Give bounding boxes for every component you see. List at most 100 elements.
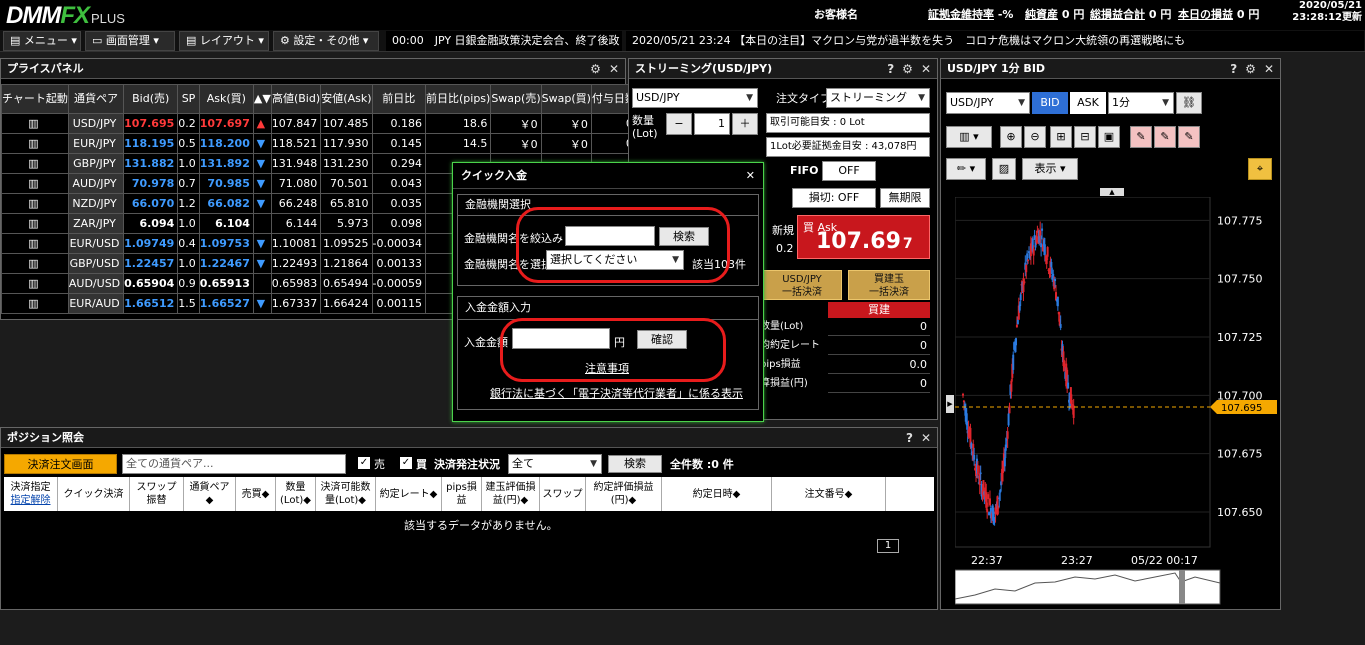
link-icon[interactable]: ⛓ [1176, 92, 1202, 114]
unassign-link[interactable]: 指定解除 [11, 494, 51, 507]
zoom-in-icon[interactable]: ⊕ [1000, 126, 1022, 148]
chart-icon[interactable]: ▥ [28, 257, 38, 270]
chart-icon[interactable]: ▥ [28, 297, 38, 310]
price-col-header[interactable]: 前日比 [371, 84, 426, 114]
position-col-header[interactable]: 約定レート◆ [376, 477, 442, 511]
image-icon[interactable]: ▨ [992, 158, 1016, 180]
price-col-header[interactable]: Ask(買) [198, 84, 254, 114]
collapse-handle[interactable]: ▲ [1100, 188, 1124, 196]
draw-tool-icon[interactable]: ✏ ▾ [946, 158, 986, 180]
position-col-header[interactable]: 約定日時◆ [662, 477, 772, 511]
price-cell-bid[interactable]: 66.070 [123, 193, 179, 214]
fifo-toggle[interactable]: OFF [822, 161, 876, 181]
layout-button[interactable]: ▤ レイアウト ▾ [179, 31, 269, 51]
fit-icon[interactable]: ▣ [1098, 126, 1120, 148]
price-cell-bid[interactable]: 118.195 [123, 133, 179, 154]
position-col-header[interactable]: 決済可能数量(Lot)◆ [316, 477, 376, 511]
chart-type-icon[interactable]: ▥ ▾ [946, 126, 992, 148]
position-col-header[interactable]: pips損益 [442, 477, 482, 511]
chart-pair-select[interactable]: USD/JPY [946, 92, 1030, 114]
side-handle[interactable]: ▶ [946, 395, 954, 413]
crosshair-icon[interactable]: ⌖ [1248, 158, 1272, 180]
price-cell-bid[interactable]: 107.695 [123, 113, 179, 134]
expiry-button[interactable]: 無期限 [880, 188, 930, 208]
position-col-header[interactable]: 数量(Lot)◆ [276, 477, 316, 511]
position-col-header[interactable]: 注文番号◆ [772, 477, 886, 511]
price-cell-bid[interactable]: 131.882 [123, 153, 179, 174]
position-col-header[interactable]: 建玉評価損益(円)◆ [482, 477, 540, 511]
candlestick-chart[interactable]: 107.775107.750107.725107.700107.675107.6… [955, 197, 1277, 607]
position-search-button[interactable]: 検索 [608, 455, 662, 473]
order-edit-icon[interactable]: ✎ [1154, 126, 1176, 148]
close-icon[interactable]: ✕ [1264, 62, 1274, 76]
qty-input[interactable]: 1 [694, 113, 730, 135]
price-cell-ask[interactable]: 1.09753 [198, 233, 254, 254]
interval-select[interactable]: 1分 [1108, 92, 1174, 114]
price-col-header[interactable]: Bid(売) [123, 84, 179, 114]
price-cell-bid[interactable]: 70.978 [123, 173, 179, 194]
page-number[interactable]: 1 [877, 539, 899, 553]
qty-minus-button[interactable]: − [666, 113, 692, 135]
close-icon[interactable]: ✕ [921, 431, 931, 445]
ask-toggle[interactable]: ASK [1070, 92, 1106, 114]
price-cell-ask[interactable]: 131.892 [198, 153, 254, 174]
position-col-header[interactable]: スワップ振替 [130, 477, 184, 511]
zoom-out-icon[interactable]: ⊖ [1024, 126, 1046, 148]
price-cell-bid[interactable]: 1.66512 [123, 293, 179, 314]
disclosure-link[interactable]: 銀行法に基づく「電子決済等代行業者」に係る表示 [490, 385, 743, 401]
chart-icon[interactable]: ▥ [28, 117, 38, 130]
stop-loss-button[interactable]: 損切: OFF [792, 188, 876, 208]
price-cell-ask[interactable]: 107.697 [198, 113, 254, 134]
close-icon[interactable]: ✕ [921, 62, 931, 76]
split-v-icon[interactable]: ⊟ [1074, 126, 1096, 148]
display-menu-button[interactable]: 表示 ▾ [1022, 158, 1078, 180]
split-h-icon[interactable]: ⊞ [1050, 126, 1072, 148]
bulk-settle-buy-button[interactable]: 買建玉 一括決済 [848, 270, 930, 300]
price-col-header[interactable]: 安値(Ask) [320, 84, 373, 114]
screen-manage-button[interactable]: ▭ 画面管理 ▾ [85, 31, 175, 51]
price-cell-ask[interactable]: 1.66527 [198, 293, 254, 314]
chart-icon[interactable]: ▥ [28, 217, 38, 230]
news-ticker-left[interactable]: 00:00 JPY 日銀金融政策決定会合、終了後政 [386, 31, 622, 51]
position-col-header[interactable]: 売買◆ [236, 477, 276, 511]
settle-order-button[interactable]: 決済注文画面 [4, 454, 117, 474]
close-icon[interactable]: ✕ [609, 62, 619, 76]
price-col-header[interactable]: チャート起動 [1, 84, 69, 114]
close-icon[interactable]: ✕ [746, 163, 755, 189]
position-col-header[interactable]: クイック決済 [58, 477, 130, 511]
price-row[interactable]: ▥ USD/JPY 107.695 0.2 107.697 ▲ 107.847 107.485… [1, 113, 637, 134]
price-cell-ask[interactable]: 66.082 [198, 193, 254, 214]
news-ticker-right[interactable]: 2020/05/21 23:24 【本日の注目】マクロン与党が過半数を失う コロ… [626, 31, 1364, 51]
bulk-settle-sell-button[interactable]: USD/JPY 一括決済 [762, 270, 842, 300]
chart-icon[interactable]: ▥ [28, 177, 38, 190]
price-col-header[interactable]: 高値(Bid) [270, 84, 322, 114]
price-col-header[interactable]: SP [177, 84, 200, 114]
price-col-header[interactable]: 前日比(pips) [424, 84, 492, 114]
price-cell-ask[interactable]: 0.65913 [198, 273, 254, 294]
chart-icon[interactable]: ▥ [28, 277, 38, 290]
price-col-header[interactable]: 通貨ペア [67, 84, 125, 114]
position-col-header[interactable]: 通貨ペア◆ [184, 477, 236, 511]
chart-icon[interactable]: ▥ [28, 197, 38, 210]
price-cell-ask[interactable]: 70.985 [198, 173, 254, 194]
price-cell-bid[interactable]: 1.22457 [123, 253, 179, 274]
price-cell-ask[interactable]: 118.200 [198, 133, 254, 154]
order-line-icon[interactable]: ✎ [1130, 126, 1152, 148]
chart-icon[interactable]: ▥ [28, 157, 38, 170]
bid-toggle[interactable]: BID [1032, 92, 1068, 114]
price-row[interactable]: ▥ EUR/JPY 118.195 0.5 118.200 ▼ 118.521 117.930… [1, 133, 637, 154]
qty-plus-button[interactable]: ＋ [732, 113, 758, 135]
order-type-select[interactable]: ストリーミング [826, 88, 930, 108]
buy-ask-button[interactable]: 買 Ask 107.69 7 [797, 215, 930, 259]
chart-icon[interactable]: ▥ [28, 237, 38, 250]
pair-filter-input[interactable]: 全ての通貨ペア... [122, 454, 346, 474]
status-select[interactable]: 全て [508, 454, 602, 474]
price-cell-ask[interactable]: 6.104 [198, 213, 254, 234]
help-icon[interactable]: ? [887, 62, 894, 76]
position-col-header[interactable]: スワップ [540, 477, 586, 511]
order-cancel-icon[interactable]: ✎ [1178, 126, 1200, 148]
position-col-header[interactable]: 約定評価損益(円)◆ [586, 477, 662, 511]
sell-checkbox[interactable]: ✓ [358, 457, 370, 469]
gear-icon[interactable]: ⚙ [590, 62, 601, 76]
streaming-pair-select[interactable]: USD/JPY [632, 88, 758, 108]
